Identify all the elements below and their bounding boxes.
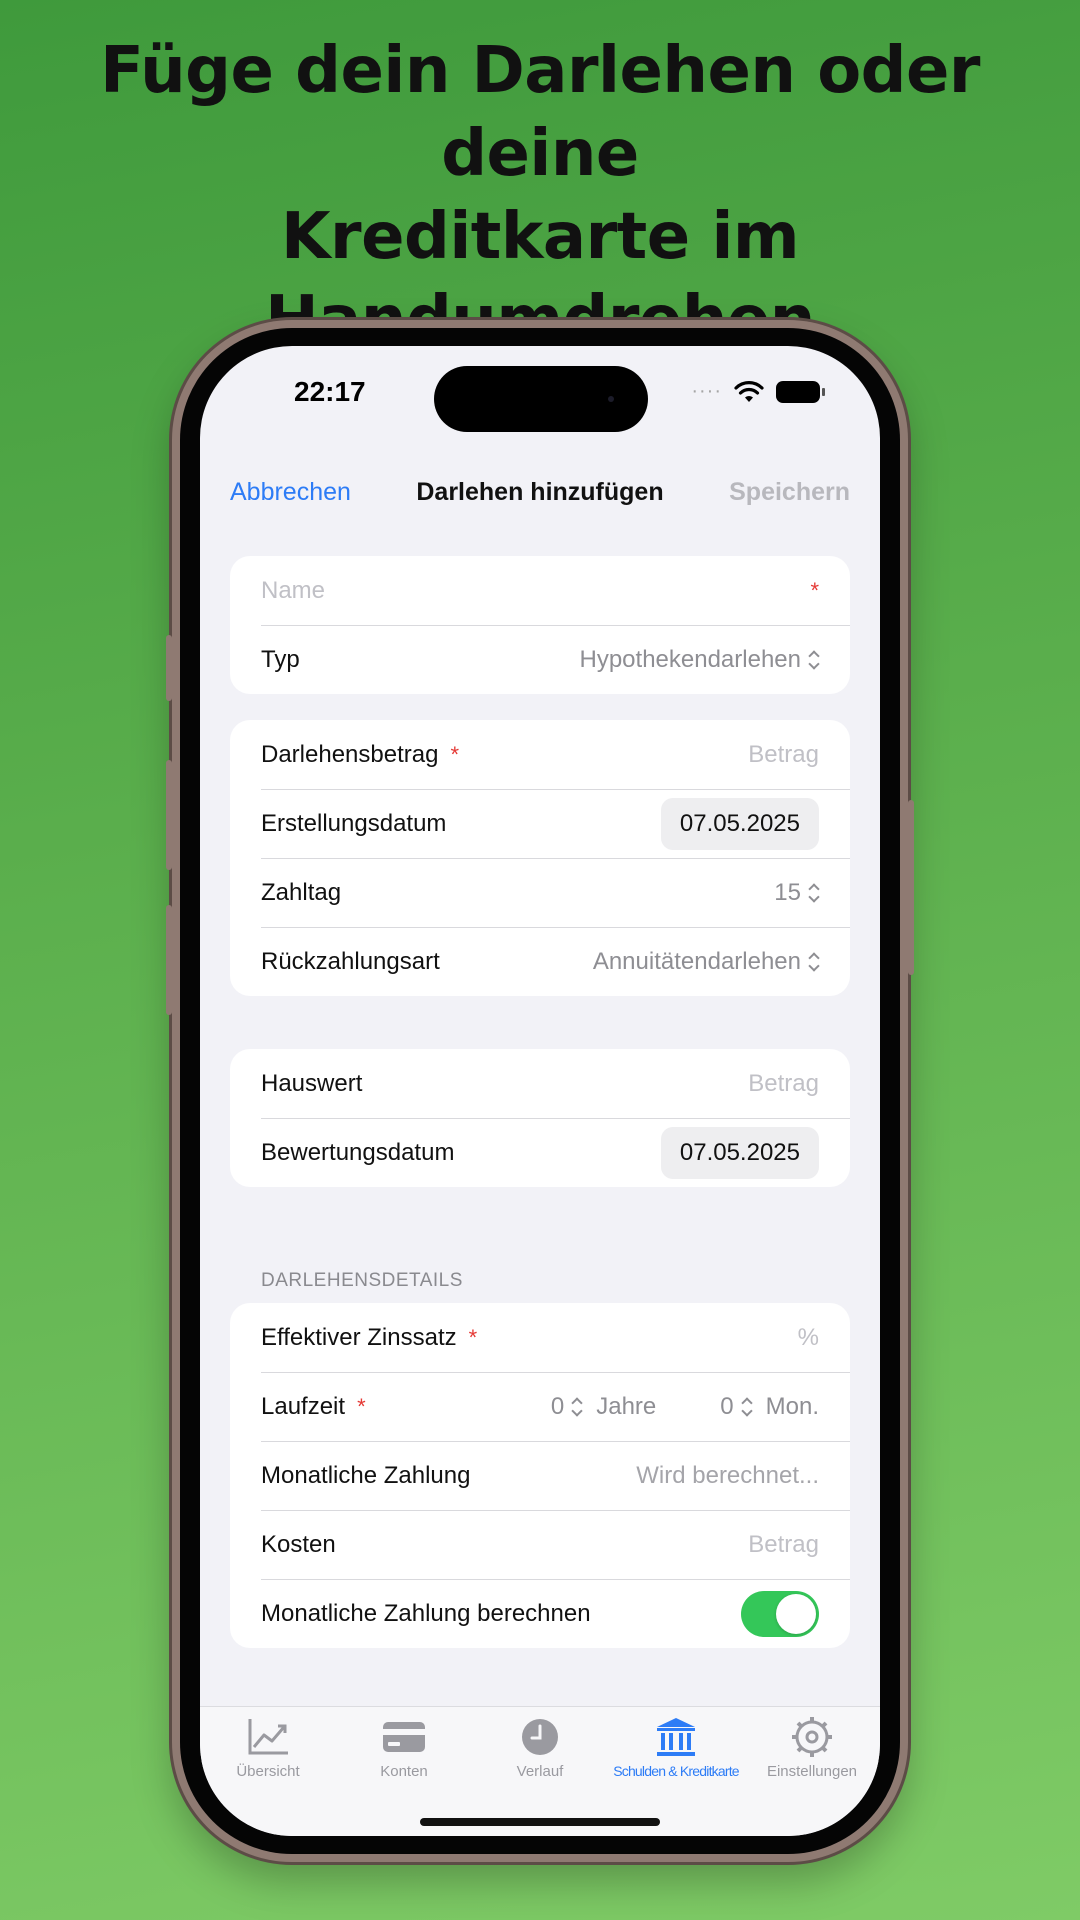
payday-row[interactable]: Zahltag 15 — [230, 858, 850, 927]
type-label: Typ — [261, 645, 300, 673]
created-date-label: Erstellungsdatum — [261, 809, 447, 837]
name-row[interactable]: Name * — [230, 556, 850, 625]
tab-settings[interactable]: Einstellungen — [744, 1715, 880, 1780]
tab-history[interactable]: Verlauf — [472, 1715, 608, 1780]
navigation-bar: Darlehen hinzufügen Abbrechen Speichern — [200, 466, 880, 526]
calc-toggle-row: Monatliche Zahlung berechnen — [230, 1579, 850, 1648]
tab-label: Übersicht — [236, 1763, 300, 1780]
dynamic-island — [434, 366, 648, 432]
repayment-row[interactable]: Rückzahlungsart Annuitätendarlehen — [230, 927, 850, 996]
type-row[interactable]: Typ Hypothekendarlehen — [230, 625, 850, 694]
gear-icon — [744, 1715, 880, 1759]
name-input[interactable]: Name — [261, 577, 325, 605]
payday-value: 15 — [774, 878, 801, 906]
toggle-knob — [776, 1593, 816, 1634]
term-months-picker[interactable]: 0 Mon. — [720, 1393, 819, 1421]
battery-icon — [776, 380, 825, 403]
rate-input[interactable]: % — [798, 1324, 819, 1352]
type-picker[interactable]: Hypothekendarlehen — [580, 646, 820, 674]
rate-label: Effektiver Zinssatz — [261, 1323, 457, 1351]
section-loan: Darlehensbetrag * Betrag Erstellungsdatu… — [230, 720, 850, 996]
action-button — [166, 635, 172, 701]
phone-frame: 22:17 ···· Darlehen hinzufügen Abbrechen… — [166, 320, 914, 1862]
clock-icon — [472, 1715, 608, 1759]
section-basic: Name * Typ Hypothekendarlehen — [230, 556, 850, 694]
monthly-payment-row: Monatliche Zahlung Wird berechnet... — [230, 1441, 850, 1510]
amount-row[interactable]: Darlehensbetrag * Betrag — [230, 720, 850, 789]
rate-row[interactable]: Effektiver Zinssatz * % — [230, 1303, 850, 1372]
repayment-value: Annuitätendarlehen — [592, 947, 801, 975]
chevron-updown-icon — [809, 952, 819, 972]
calc-toggle-label: Monatliche Zahlung berechnen — [261, 1599, 591, 1627]
tab-debts[interactable]: Schulden & Kreditkarte — [608, 1715, 744, 1779]
required-mark: * — [357, 1393, 366, 1419]
required-mark: * — [810, 577, 819, 603]
section-house: Hauswert Betrag Bewertungsdatum 07.05.20… — [230, 1049, 850, 1187]
status-time: 22:17 — [294, 376, 366, 407]
chevron-updown-icon — [809, 650, 819, 670]
house-value-input[interactable]: Betrag — [748, 1070, 819, 1098]
house-value-label: Hauswert — [261, 1069, 363, 1097]
signal-icon: ···· — [691, 380, 722, 402]
costs-label: Kosten — [261, 1530, 336, 1558]
tab-accounts[interactable]: Konten — [336, 1715, 472, 1780]
term-years-value: 0 — [550, 1392, 565, 1420]
tab-label: Verlauf — [516, 1763, 564, 1780]
chart-icon — [200, 1715, 336, 1759]
valuation-date-label: Bewertungsdatum — [261, 1138, 455, 1166]
bank-icon — [608, 1715, 744, 1759]
amount-label: Darlehensbetrag — [261, 740, 439, 768]
home-indicator — [420, 1818, 660, 1826]
valuation-date-row: Bewertungsdatum 07.05.2025 — [230, 1118, 850, 1187]
repayment-label: Rückzahlungsart — [261, 947, 440, 975]
required-mark: * — [450, 741, 460, 767]
tab-label: Schulden & Kreditkarte — [613, 1763, 739, 1779]
headline-line-1: Füge dein Darlehen oder deine — [100, 34, 980, 191]
created-date-picker[interactable]: 07.05.2025 — [660, 797, 819, 850]
required-mark: * — [468, 1324, 478, 1350]
house-value-row[interactable]: Hauswert Betrag — [230, 1049, 850, 1118]
screen: 22:17 ···· Darlehen hinzufügen Abbrechen… — [200, 346, 880, 1836]
amount-input[interactable]: Betrag — [748, 741, 819, 769]
repayment-picker[interactable]: Annuitätendarlehen — [593, 948, 819, 976]
section-details: Effektiver Zinssatz * % Laufzeit * 0 Jah… — [230, 1303, 850, 1648]
costs-row[interactable]: Kosten Betrag — [230, 1510, 850, 1579]
term-years-unit: Jahre — [596, 1392, 657, 1420]
volume-down-button — [166, 905, 172, 1015]
save-button[interactable]: Speichern — [729, 478, 850, 507]
calc-toggle[interactable] — [741, 1590, 819, 1637]
tab-bar: Übersicht Konten Verlauf Schulden & Kred… — [200, 1706, 880, 1836]
chevron-updown-icon — [809, 883, 819, 903]
details-header: DARLEHENSDETAILS — [261, 1270, 463, 1291]
wifi-icon — [734, 380, 764, 402]
valuation-date-picker[interactable]: 07.05.2025 — [660, 1126, 819, 1179]
tab-label: Konten — [380, 1763, 428, 1780]
payday-label: Zahltag — [261, 878, 342, 906]
term-row: Laufzeit * 0 Jahre 0 Mon. — [230, 1372, 850, 1441]
cancel-button[interactable]: Abbrechen — [230, 478, 351, 507]
payday-picker[interactable]: 15 — [774, 879, 819, 907]
monthly-payment-label: Monatliche Zahlung — [261, 1461, 471, 1489]
term-months-value: 0 — [720, 1392, 734, 1420]
monthly-payment-value: Wird berechnet... — [636, 1461, 819, 1489]
status-indicators: ···· — [691, 380, 825, 403]
term-years-picker[interactable]: 0 Jahre — [551, 1393, 656, 1421]
chevron-updown-icon — [742, 1397, 752, 1417]
volume-up-button — [166, 760, 172, 870]
term-months-unit: Mon. — [765, 1392, 819, 1420]
chevron-updown-icon — [572, 1397, 582, 1417]
created-date-row: Erstellungsdatum 07.05.2025 — [230, 789, 850, 858]
tab-overview[interactable]: Übersicht — [200, 1715, 336, 1780]
type-value: Hypothekendarlehen — [579, 645, 802, 673]
card-icon — [336, 1715, 472, 1759]
tab-label: Einstellungen — [766, 1763, 858, 1780]
term-label: Laufzeit — [261, 1392, 346, 1420]
power-button — [908, 800, 914, 975]
costs-input[interactable]: Betrag — [748, 1531, 819, 1559]
